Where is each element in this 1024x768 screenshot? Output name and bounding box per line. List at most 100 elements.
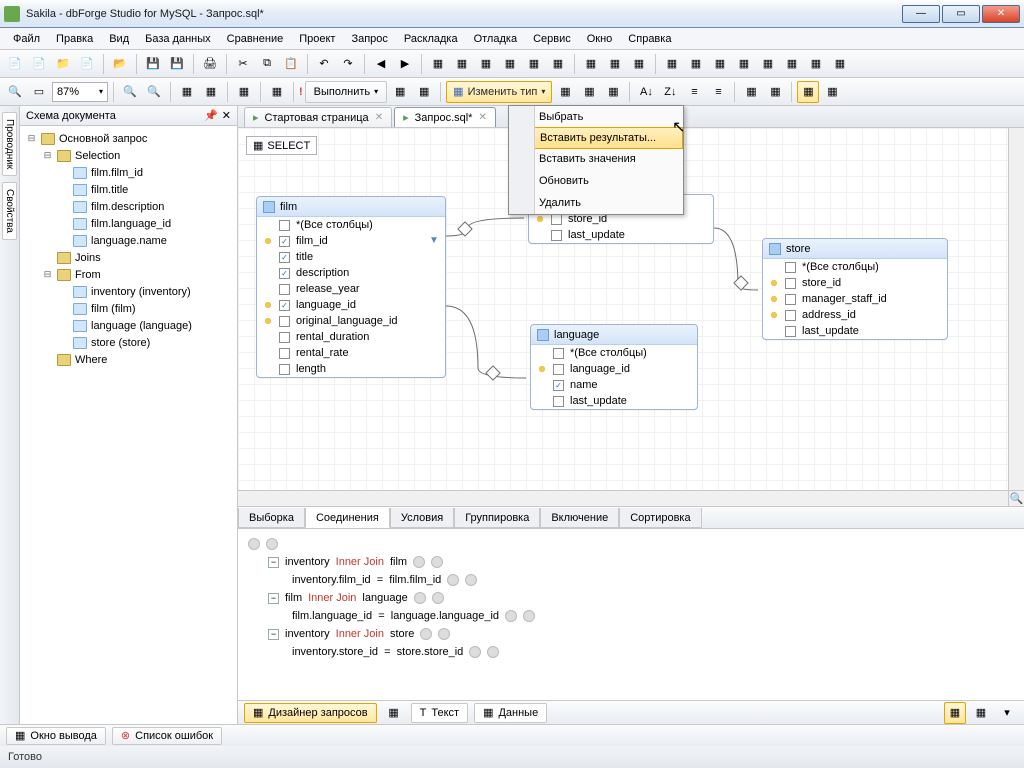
- close-icon[interactable]: ✕: [478, 112, 486, 123]
- tool-icon[interactable]: ▦: [389, 81, 411, 103]
- designer-subtab[interactable]: Группировка: [454, 508, 540, 528]
- tree-node[interactable]: film.title: [22, 181, 235, 198]
- column-row[interactable]: language_id: [531, 361, 697, 377]
- checkbox[interactable]: [553, 364, 564, 375]
- join-condition[interactable]: inventory.store_id = store.store_id: [248, 643, 1014, 661]
- tree-node[interactable]: ⊟Selection: [22, 147, 235, 164]
- doc-tab[interactable]: ▸Запрос.sql*✕: [394, 107, 496, 127]
- add-icon[interactable]: [469, 646, 481, 658]
- column-row[interactable]: rental_duration: [257, 329, 445, 345]
- designer-subtab[interactable]: Включение: [540, 508, 619, 528]
- tree-node[interactable]: Where: [22, 351, 235, 368]
- toolbar-icon[interactable]: ▦: [499, 53, 521, 75]
- checkbox[interactable]: [551, 230, 562, 241]
- designer-subtab[interactable]: Выборка: [238, 508, 305, 528]
- remove-icon[interactable]: [438, 628, 450, 640]
- zoom-combo[interactable]: 87%▾: [52, 82, 108, 102]
- checkbox[interactable]: [553, 396, 564, 407]
- horizontal-scrollbar[interactable]: [238, 490, 1008, 506]
- grid-view-button[interactable]: ▦: [797, 81, 819, 103]
- join-header[interactable]: − film Inner Join language: [248, 589, 1014, 607]
- designer-mode-button[interactable]: ▦ Дизайнер запросов: [244, 703, 377, 723]
- change-type-item[interactable]: ▦Вставить результаты...: [509, 127, 683, 149]
- tree-node[interactable]: inventory (inventory): [22, 283, 235, 300]
- tool-icon[interactable]: ▦: [821, 81, 843, 103]
- checkbox[interactable]: [279, 252, 290, 263]
- checkbox[interactable]: [279, 236, 290, 247]
- column-row[interactable]: *(Все столбцы): [531, 345, 697, 361]
- tool-icon[interactable]: ▦: [176, 81, 198, 103]
- filter-icon[interactable]: ▼: [429, 235, 441, 247]
- checkbox[interactable]: [279, 316, 290, 327]
- change-type-item[interactable]: •↓Вставить значения: [509, 148, 683, 170]
- menu-База данных[interactable]: База данных: [138, 31, 218, 47]
- checkbox[interactable]: [279, 300, 290, 311]
- tree-node[interactable]: Joins: [22, 249, 235, 266]
- join-header[interactable]: − inventory Inner Join store: [248, 625, 1014, 643]
- tool-icon[interactable]: ≡: [683, 81, 705, 103]
- output-window-tab[interactable]: ▦ Окно вывода: [6, 727, 106, 745]
- error-list-tab[interactable]: ⊗ Список ошибок: [112, 727, 222, 745]
- paste-button[interactable]: 📋: [280, 53, 302, 75]
- menu-Отладка[interactable]: Отладка: [467, 31, 524, 47]
- column-row[interactable]: name: [531, 377, 697, 393]
- add-icon[interactable]: [420, 628, 432, 640]
- save-button[interactable]: 💾: [142, 53, 164, 75]
- cut-button[interactable]: ✂: [232, 53, 254, 75]
- column-row[interactable]: last_update: [529, 227, 713, 243]
- vertical-scrollbar[interactable]: [1008, 128, 1024, 490]
- execute-button[interactable]: Выполнить▾: [305, 81, 388, 103]
- open-button[interactable]: 📂: [109, 53, 131, 75]
- menu-Вид[interactable]: Вид: [102, 31, 136, 47]
- close-button[interactable]: ✕: [982, 5, 1020, 23]
- data-mode-button[interactable]: ▦ Данные: [474, 703, 547, 723]
- column-row[interactable]: store_id: [763, 275, 947, 291]
- search-icon[interactable]: 🔍: [1008, 490, 1024, 506]
- tree-node[interactable]: film (film): [22, 300, 235, 317]
- tool-icon[interactable]: ≡: [707, 81, 729, 103]
- menu-Проект[interactable]: Проект: [292, 31, 342, 47]
- column-row[interactable]: film_id: [257, 233, 445, 249]
- column-row[interactable]: last_update: [763, 323, 947, 339]
- toolbar-icon[interactable]: ▦: [709, 53, 731, 75]
- tool-icon[interactable]: ▦: [413, 81, 435, 103]
- checkbox[interactable]: [279, 284, 290, 295]
- tool-icon[interactable]: ▦: [200, 81, 222, 103]
- menu-Сравнение[interactable]: Сравнение: [220, 31, 291, 47]
- designer-subtab[interactable]: Соединения: [305, 508, 390, 528]
- change-type-button[interactable]: ▦ Изменить тип ▾: [446, 81, 552, 103]
- undo-button[interactable]: ↶: [313, 53, 335, 75]
- toolbar-icon[interactable]: ▦: [781, 53, 803, 75]
- remove-icon[interactable]: [432, 592, 444, 604]
- checkbox[interactable]: [785, 262, 796, 273]
- nav-back-button[interactable]: ◀: [370, 53, 392, 75]
- menu-Раскладка[interactable]: Раскладка: [397, 31, 465, 47]
- text-mode-button[interactable]: T Текст: [411, 703, 468, 723]
- checkbox[interactable]: [553, 380, 564, 391]
- sidetab-explorer[interactable]: Проводник: [2, 112, 17, 176]
- entity-film[interactable]: film *(Все столбцы)film_idtitledescripti…: [256, 196, 446, 378]
- column-row[interactable]: release_year: [257, 281, 445, 297]
- entity-language[interactable]: language *(Все столбцы)language_idnamela…: [530, 324, 698, 410]
- zoom-fit-button[interactable]: ▭: [28, 81, 50, 103]
- add-icon[interactable]: [413, 556, 425, 568]
- sort-desc-icon[interactable]: Z↓: [659, 81, 681, 103]
- nav-fwd-button[interactable]: ▶: [394, 53, 416, 75]
- change-type-item[interactable]: ▦Выбрать: [509, 106, 683, 128]
- toolbar-icon[interactable]: ▦: [427, 53, 449, 75]
- tool-icon[interactable]: ▦: [740, 81, 762, 103]
- remove-icon[interactable]: [487, 646, 499, 658]
- tree-node[interactable]: language.name: [22, 232, 235, 249]
- tool-icon[interactable]: ▦: [383, 702, 405, 724]
- menu-Файл[interactable]: Файл: [6, 31, 47, 47]
- close-icon[interactable]: ✕: [222, 109, 231, 122]
- checkbox[interactable]: [785, 310, 796, 321]
- tree-node[interactable]: language (language): [22, 317, 235, 334]
- column-row[interactable]: description: [257, 265, 445, 281]
- join-condition[interactable]: inventory.film_id = film.film_id: [248, 571, 1014, 589]
- toolbar-icon[interactable]: ▦: [547, 53, 569, 75]
- remove-icon[interactable]: [465, 574, 477, 586]
- toolbar-icon[interactable]: ▦: [805, 53, 827, 75]
- tree-node[interactable]: film.language_id: [22, 215, 235, 232]
- toolbar-icon[interactable]: ▦: [661, 53, 683, 75]
